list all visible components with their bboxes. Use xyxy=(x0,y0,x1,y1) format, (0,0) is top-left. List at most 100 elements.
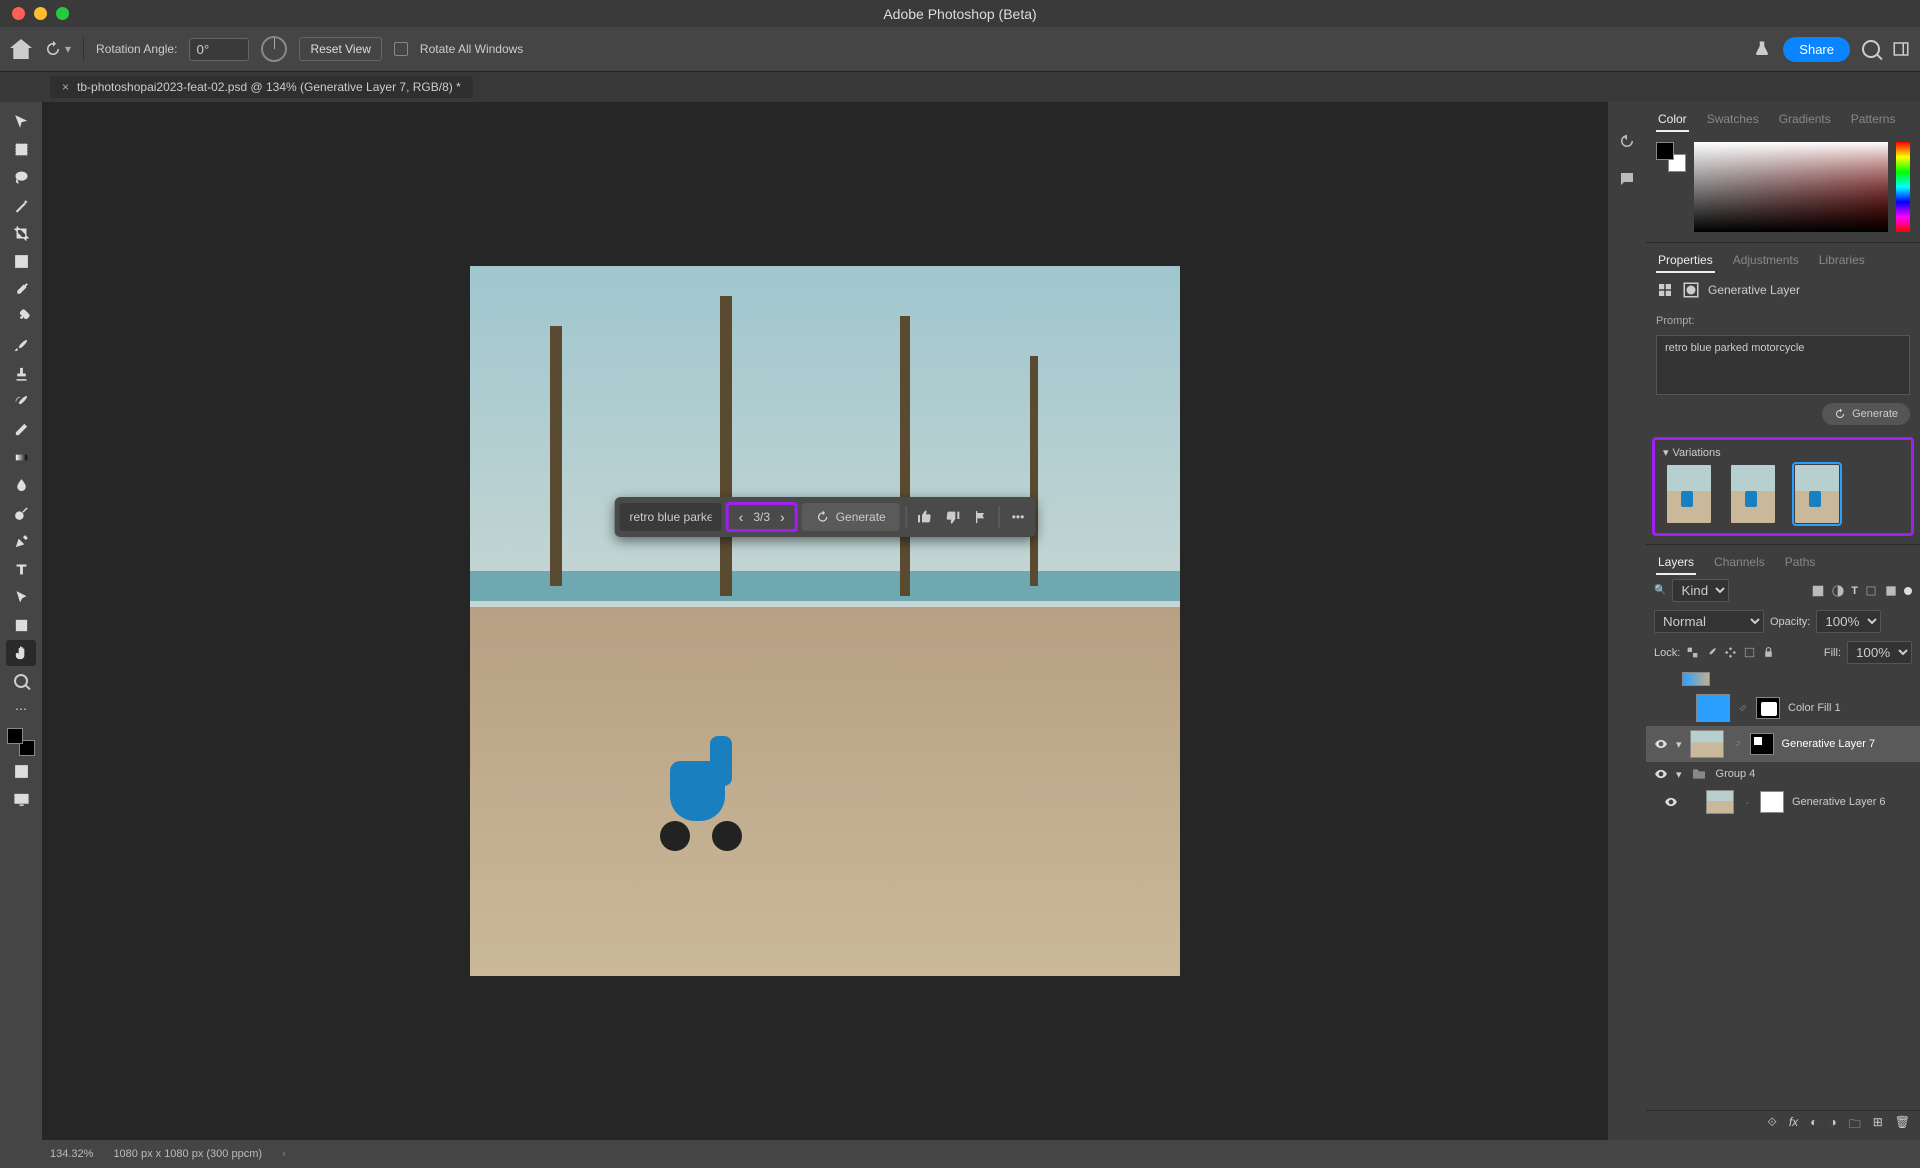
lock-all-icon[interactable] xyxy=(1762,646,1775,659)
filter-toggle[interactable] xyxy=(1904,587,1912,595)
color-fgbg[interactable] xyxy=(1656,142,1686,172)
quick-mask-button[interactable] xyxy=(6,758,36,784)
lock-transparency-icon[interactable] xyxy=(1686,646,1699,659)
variation-thumb-1[interactable] xyxy=(1667,465,1711,523)
tab-adjustments[interactable]: Adjustments xyxy=(1731,249,1801,273)
rotation-dial[interactable] xyxy=(261,36,287,62)
tool-dodge[interactable] xyxy=(6,500,36,526)
history-panel-icon[interactable] xyxy=(1618,132,1636,150)
tab-layers[interactable]: Layers xyxy=(1656,551,1696,575)
search-icon[interactable] xyxy=(1862,40,1880,58)
thumbs-down-icon[interactable] xyxy=(941,505,965,529)
foreground-background-colors[interactable] xyxy=(7,728,35,756)
tool-history-brush[interactable] xyxy=(6,388,36,414)
tab-swatches[interactable]: Swatches xyxy=(1705,108,1761,132)
adjustment-add-icon[interactable]: ◑ xyxy=(1829,1115,1836,1136)
tab-properties[interactable]: Properties xyxy=(1656,249,1715,273)
zoom-level[interactable]: 134.32% xyxy=(50,1148,93,1160)
tool-wand[interactable] xyxy=(6,192,36,218)
layer-row-group4[interactable]: ▾ Group 4 xyxy=(1646,762,1920,786)
minimize-window-button[interactable] xyxy=(34,7,47,20)
color-field[interactable] xyxy=(1694,142,1888,232)
chevron-icon[interactable]: ▾ xyxy=(1676,738,1682,751)
eye-icon[interactable] xyxy=(1664,795,1678,809)
tool-crop[interactable] xyxy=(6,220,36,246)
beaker-icon[interactable] xyxy=(1753,40,1771,58)
chevron-icon[interactable]: ▾ xyxy=(1676,768,1682,781)
tool-hand[interactable] xyxy=(6,640,36,666)
filter-adjust-icon[interactable] xyxy=(1831,584,1845,598)
share-button[interactable]: Share xyxy=(1783,37,1850,62)
canvas[interactable] xyxy=(470,266,1180,976)
tab-gradients[interactable]: Gradients xyxy=(1777,108,1833,132)
tab-patterns[interactable]: Patterns xyxy=(1849,108,1898,132)
tool-move[interactable] xyxy=(6,108,36,134)
reset-view-button[interactable]: Reset View xyxy=(299,37,381,61)
variation-thumb-2[interactable] xyxy=(1731,465,1775,523)
tool-heal[interactable] xyxy=(6,304,36,330)
prompt-text-box[interactable]: retro blue parked motorcycle xyxy=(1656,335,1910,395)
tool-type[interactable] xyxy=(6,556,36,582)
next-variation-button[interactable]: › xyxy=(780,509,785,525)
fx-icon[interactable]: fx xyxy=(1789,1115,1798,1136)
tool-lasso[interactable] xyxy=(6,164,36,190)
eye-icon[interactable] xyxy=(1654,767,1668,781)
canvas-area[interactable]: ‹ 3/3 › Generate ••• xyxy=(42,102,1608,1140)
layer-kind-select[interactable]: Kind xyxy=(1672,579,1729,602)
tool-gradient[interactable] xyxy=(6,444,36,470)
generate-button[interactable]: Generate xyxy=(802,503,900,531)
close-window-button[interactable] xyxy=(12,7,25,20)
more-options-icon[interactable]: ••• xyxy=(1006,510,1031,524)
mask-add-icon[interactable]: ◐ xyxy=(1810,1115,1817,1136)
variation-thumb-3[interactable] xyxy=(1795,465,1839,523)
layer-row-gen7[interactable]: ▾ Generative Layer 7 xyxy=(1646,726,1920,762)
layer-row[interactable] xyxy=(1646,668,1920,690)
rotation-angle-input[interactable] xyxy=(189,38,249,61)
comments-panel-icon[interactable] xyxy=(1618,170,1636,188)
tool-eyedropper[interactable] xyxy=(6,276,36,302)
lock-position-icon[interactable] xyxy=(1724,646,1737,659)
fill-select[interactable]: 100% xyxy=(1847,641,1912,664)
blend-mode-select[interactable]: Normal xyxy=(1654,610,1764,633)
prev-variation-button[interactable]: ‹ xyxy=(739,509,744,525)
lock-artboard-icon[interactable] xyxy=(1743,646,1756,659)
new-layer-icon[interactable]: ⊞ xyxy=(1873,1115,1883,1136)
tool-stamp[interactable] xyxy=(6,360,36,386)
tab-libraries[interactable]: Libraries xyxy=(1817,249,1867,273)
tool-blur[interactable] xyxy=(6,472,36,498)
tool-frame[interactable] xyxy=(6,248,36,274)
filter-pixel-icon[interactable] xyxy=(1811,584,1825,598)
variations-header[interactable]: ▾ Variations xyxy=(1663,446,1903,459)
visibility-toggle[interactable] xyxy=(1654,701,1668,715)
tool-marquee[interactable] xyxy=(6,136,36,162)
thumbs-up-icon[interactable] xyxy=(913,505,937,529)
rotate-all-checkbox[interactable] xyxy=(394,42,408,56)
tool-brush[interactable] xyxy=(6,332,36,358)
workspace-switcher-icon[interactable] xyxy=(1892,40,1910,58)
tool-shape[interactable] xyxy=(6,612,36,638)
tool-zoom[interactable] xyxy=(6,668,36,694)
layer-row-gen6[interactable]: Generative Layer 6 xyxy=(1646,786,1920,818)
tool-pen[interactable] xyxy=(6,528,36,554)
flag-icon[interactable] xyxy=(969,505,993,529)
group-add-icon[interactable]: 🗀 xyxy=(1849,1115,1861,1136)
tab-paths[interactable]: Paths xyxy=(1783,551,1818,575)
lock-image-icon[interactable] xyxy=(1705,646,1718,659)
home-button[interactable] xyxy=(10,39,32,59)
layer-row-colorfill[interactable]: Color Fill 1 xyxy=(1646,690,1920,726)
maximize-window-button[interactable] xyxy=(56,7,69,20)
properties-generate-button[interactable]: Generate xyxy=(1822,403,1910,425)
screen-mode-button[interactable] xyxy=(6,786,36,812)
opacity-select[interactable]: 100% xyxy=(1816,610,1881,633)
tool-more[interactable]: ⋯ xyxy=(6,696,36,722)
filter-smart-icon[interactable] xyxy=(1884,584,1898,598)
hue-strip[interactable] xyxy=(1896,142,1910,232)
eye-icon[interactable] xyxy=(1654,737,1668,751)
tab-channels[interactable]: Channels xyxy=(1712,551,1767,575)
generative-prompt-input[interactable] xyxy=(620,503,722,531)
tab-color[interactable]: Color xyxy=(1656,108,1689,132)
link-layers-icon[interactable]: ⟐ xyxy=(1767,1115,1776,1136)
tool-preset-button[interactable]: ▾ xyxy=(44,40,71,58)
delete-layer-icon[interactable]: 🗑 xyxy=(1895,1115,1910,1136)
filter-shape-icon[interactable] xyxy=(1864,584,1878,598)
